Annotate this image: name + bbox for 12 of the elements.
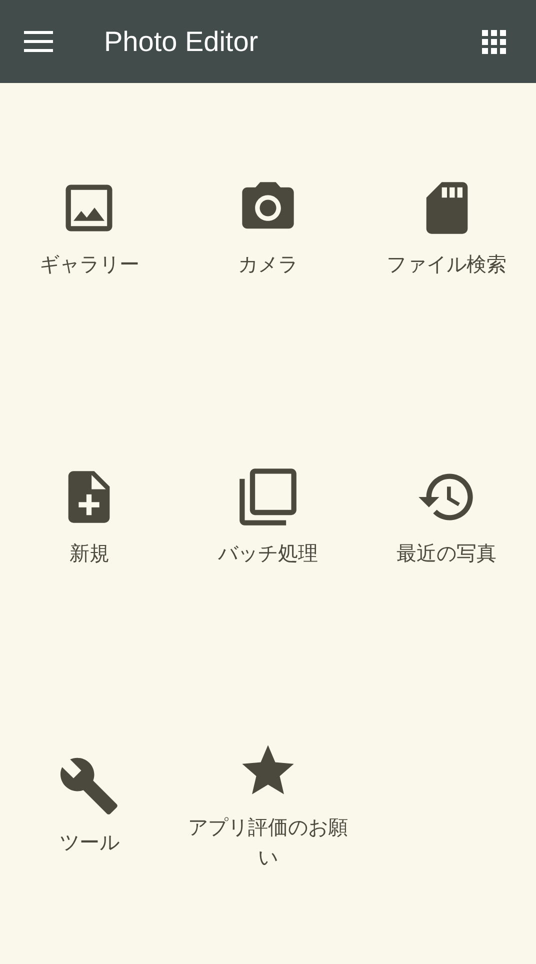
tile-label[interactable]: バッチ処理 [218, 538, 318, 568]
stacked-squares-icon[interactable] [236, 466, 299, 528]
tile-label[interactable]: ファイル検索 [386, 248, 507, 278]
menu-icon[interactable] [24, 31, 53, 52]
tile-label[interactable]: ギャラリー [39, 248, 140, 278]
tile-label[interactable]: カメラ [238, 248, 298, 278]
tile-label[interactable]: アプリ評価のお願い [182, 812, 354, 872]
app-title: Photo Editor [104, 26, 260, 58]
tile-label[interactable]: 新規 [69, 538, 110, 568]
grid-icon[interactable] [482, 30, 506, 54]
tile-label[interactable]: ツール [59, 826, 120, 856]
tile-label[interactable]: 最近の写真 [396, 538, 497, 568]
